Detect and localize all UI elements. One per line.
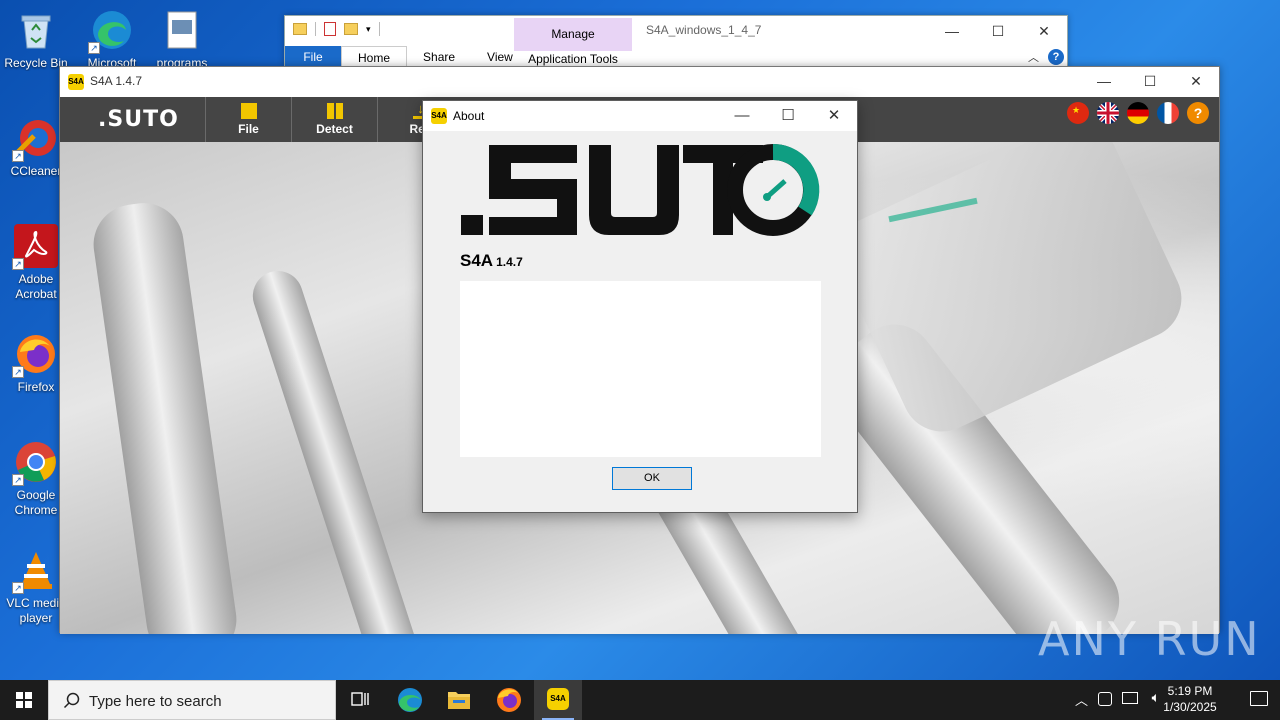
about-version-line: S4A 1.4.7 <box>460 251 523 271</box>
vlc-icon: ↗ <box>12 548 58 594</box>
quick-access-toolbar: ▾ <box>293 22 380 36</box>
desktop-icon-programs[interactable]: programs <box>146 8 218 68</box>
folder-icon <box>448 692 470 709</box>
window-controls: — ☐ ✕ <box>929 16 1067 46</box>
window-title-name: S4A <box>90 74 113 88</box>
tab-manage[interactable]: Manage Application Tools <box>514 18 632 68</box>
maximize-button[interactable]: ☐ <box>975 16 1021 46</box>
search-placeholder: Type here to search <box>89 693 222 710</box>
shortcut-arrow-icon: ↗ <box>12 258 24 270</box>
ok-button[interactable]: OK <box>612 467 692 490</box>
shortcut-arrow-icon: ↗ <box>12 150 24 162</box>
close-button[interactable]: ✕ <box>1021 16 1067 46</box>
taskbar-file-explorer[interactable] <box>435 680 483 720</box>
maximize-button[interactable]: ☐ <box>1127 67 1173 95</box>
window-controls: — ☐ ✕ <box>1081 67 1219 95</box>
divider <box>378 22 380 36</box>
minimize-button[interactable]: — <box>929 16 975 46</box>
acrobat-icon: ↗ <box>12 224 58 270</box>
system-clock[interactable]: 5:19 PM 1/30/2025 <box>1150 683 1230 715</box>
close-button[interactable]: ✕ <box>1173 67 1219 95</box>
help-button[interactable]: ? <box>1187 102 1209 124</box>
taskbar-s4a[interactable]: S4A <box>534 680 582 720</box>
s4a-app-icon: S4A <box>547 688 569 710</box>
china-flag-icon[interactable]: ★ <box>1067 102 1089 124</box>
close-button[interactable]: ✕ <box>811 101 857 131</box>
edge-icon: ↗ <box>88 8 134 54</box>
about-title-bar: S4A About — ☐ ✕ <box>423 101 857 131</box>
clock-time: 5:19 PM <box>1167 684 1213 698</box>
customize-qat-icon[interactable]: ▾ <box>366 24 371 35</box>
file-icon <box>240 103 257 119</box>
s4a-window-title: S4A 1.4.7 <box>90 74 142 88</box>
edge-icon <box>398 688 422 712</box>
new-folder-icon[interactable] <box>344 23 358 35</box>
about-dialog-title: About <box>453 109 485 123</box>
desktop-icon-recycle-bin[interactable]: Recycle Bin <box>0 8 72 71</box>
taskbar-edge[interactable] <box>386 680 434 720</box>
windows-logo-icon <box>16 692 32 708</box>
network-status-icon[interactable] <box>1098 692 1112 706</box>
chevron-up-icon[interactable]: ︿ <box>1075 690 1088 709</box>
shortcut-arrow-icon: ↗ <box>12 474 24 486</box>
about-product-name: S4A <box>460 251 494 270</box>
taskbar-firefox[interactable] <box>485 680 533 720</box>
clock-date: 1/30/2025 <box>1163 700 1217 714</box>
chrome-icon: ↗ <box>12 440 58 486</box>
toolbar-file-button[interactable]: File <box>205 97 291 142</box>
about-version: 1.4.7 <box>496 255 523 269</box>
divider <box>315 22 316 36</box>
search-icon <box>63 692 80 709</box>
firefox-icon: ↗ <box>12 332 58 378</box>
detect-icon <box>326 103 343 119</box>
chevron-up-icon[interactable]: ︿ <box>1028 49 1039 65</box>
taskbar-search-box[interactable]: Type here to search <box>48 680 336 720</box>
language-flags: ★ ? <box>1067 102 1209 124</box>
s4a-app-icon: S4A <box>431 108 447 124</box>
s4a-app-icon: S4A <box>68 74 84 90</box>
file-icon <box>160 8 204 52</box>
properties-icon[interactable] <box>324 22 336 36</box>
germany-flag-icon[interactable] <box>1127 102 1149 124</box>
tab-home[interactable]: Home <box>341 46 408 68</box>
tab-share[interactable]: Share <box>407 46 471 68</box>
toolbar-button-label: Detect <box>316 122 353 136</box>
tab-view[interactable]: View <box>471 46 529 68</box>
minimize-button[interactable]: — <box>1081 67 1127 95</box>
shortcut-arrow-icon: ↗ <box>88 42 100 54</box>
suto-large-logo <box>461 143 820 236</box>
explorer-window: ▾ Manage Application Tools S4A_windows_1… <box>284 15 1068 68</box>
ribbon-tabs: File Home Share View <box>285 46 529 68</box>
france-flag-icon[interactable] <box>1157 102 1179 124</box>
shortcut-arrow-icon: ↗ <box>12 582 24 594</box>
anyrun-watermark: ANY RUN <box>1038 612 1261 666</box>
suto-logo: .SUTO <box>98 107 179 132</box>
about-text-area[interactable] <box>460 281 821 457</box>
manage-label: Manage <box>551 27 595 41</box>
task-view-button[interactable] <box>336 680 384 720</box>
maximize-button[interactable]: ☐ <box>765 101 811 131</box>
minimize-button[interactable]: — <box>719 101 765 131</box>
folder-icon[interactable] <box>293 23 307 35</box>
network-icon[interactable] <box>1122 692 1138 704</box>
uk-flag-icon[interactable] <box>1097 102 1119 124</box>
about-dialog: S4A About — ☐ ✕ S4A 1.4.7 OK <box>422 100 858 513</box>
ccleaner-icon: ↗ <box>12 116 58 162</box>
taskbar: Type here to search S4A ︿ 🔈︎ 5:19 PM 1/3… <box>0 680 1280 720</box>
help-icon[interactable]: ? <box>1048 49 1064 65</box>
task-view-icon <box>351 692 369 706</box>
tab-file[interactable]: File <box>285 46 341 68</box>
toolbar-detect-button[interactable]: Detect <box>291 97 377 142</box>
window-controls: — ☐ ✕ <box>719 101 857 131</box>
start-button[interactable] <box>0 680 48 720</box>
desktop-icon-edge[interactable]: ↗ Microsoft <box>76 8 148 68</box>
s4a-title-bar: S4A S4A 1.4.7 — ☐ ✕ <box>60 67 1219 97</box>
toolbar-button-label: File <box>238 122 259 136</box>
window-title-version: 1.4.7 <box>115 74 143 88</box>
notification-icon[interactable] <box>1250 691 1268 706</box>
firefox-icon <box>497 688 521 712</box>
explorer-title: S4A_windows_1_4_7 <box>646 23 762 37</box>
recycle-bin-icon <box>14 8 58 52</box>
shortcut-arrow-icon: ↗ <box>12 366 24 378</box>
